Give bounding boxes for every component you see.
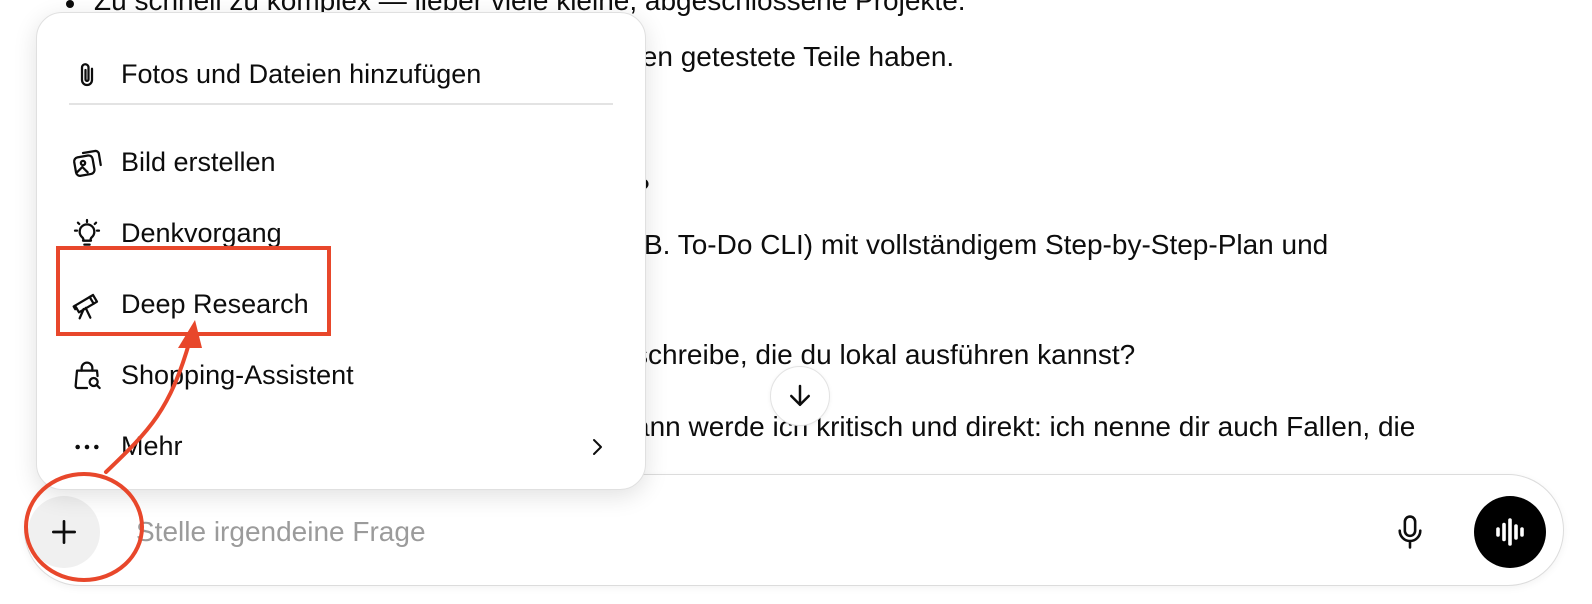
menu-item-label: Mehr xyxy=(121,431,183,461)
arrow-down-icon xyxy=(790,384,810,406)
chat-line: schreibe, die du lokal ausführen kannst? xyxy=(634,339,1136,370)
more-dots-icon xyxy=(69,429,105,465)
image-create-icon xyxy=(69,145,105,181)
shopping-bag-search-icon xyxy=(69,358,105,394)
menu-item-label: Denkvorgang xyxy=(121,218,282,248)
menu-item-label: Fotos und Dateien hinzufügen xyxy=(121,59,482,89)
menu-item-create-image[interactable]: Bild erstellen xyxy=(37,129,645,193)
menu-item-label: Shopping-Assistent xyxy=(121,360,354,390)
menu-divider xyxy=(69,103,613,105)
menu-item-shopping-assistant[interactable]: Shopping-Assistent xyxy=(37,342,645,406)
bullet-point xyxy=(66,0,74,8)
voice-mode-button[interactable] xyxy=(1474,496,1546,568)
chat-line: ann werde ich kritisch und direkt: ich n… xyxy=(634,411,1416,442)
chat-line: ten getestete Teile haben. xyxy=(634,41,955,72)
microphone-button[interactable] xyxy=(1386,508,1434,556)
microphone-icon xyxy=(1398,515,1422,549)
scroll-down-button[interactable] xyxy=(770,366,830,426)
menu-item-add-files[interactable]: Fotos und Dateien hinzufügen xyxy=(37,41,645,105)
annotation-highlight-box xyxy=(56,246,331,336)
menu-item-label: Bild erstellen xyxy=(121,147,276,177)
menu-item-more[interactable]: Mehr xyxy=(37,413,645,477)
chat-line: B. To-Do CLI) mit vollständigem Step-by-… xyxy=(644,229,1329,260)
waveform-icon xyxy=(1496,518,1524,546)
prompt-input[interactable] xyxy=(136,510,1336,554)
annotation-highlight-circle xyxy=(24,472,144,582)
chevron-right-icon xyxy=(593,439,602,455)
paperclip-icon xyxy=(69,57,105,93)
